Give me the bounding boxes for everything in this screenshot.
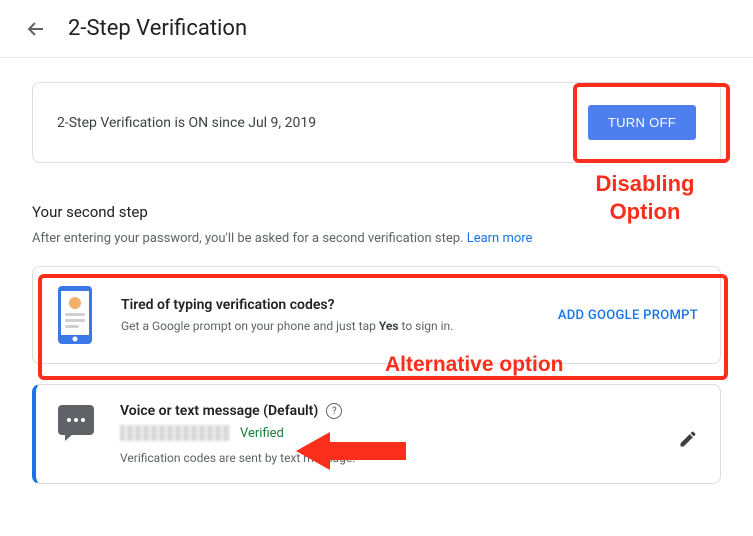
voice-card-desc: Verification codes are sent by text mess… [120, 451, 666, 465]
edit-icon[interactable] [678, 429, 698, 449]
second-step-subtext-text: After entering your password, you'll be … [32, 231, 467, 246]
second-step-heading: Your second step [32, 203, 721, 221]
page-header: 2-Step Verification [0, 0, 753, 58]
add-google-prompt-link[interactable]: ADD GOOGLE PROMPT [558, 308, 698, 323]
status-text: 2-Step Verification is ON since Jul 9, 2… [57, 115, 316, 131]
phone-number-redacted [120, 425, 230, 441]
second-step-subtext: After entering your password, you'll be … [32, 231, 721, 246]
help-icon[interactable]: ? [326, 403, 342, 419]
voice-text-card: Voice or text message (Default) ? Verifi… [32, 384, 721, 484]
status-card: 2-Step Verification is ON since Jul 9, 2… [32, 82, 721, 163]
learn-more-link[interactable]: Learn more [467, 231, 533, 246]
phone-icon [55, 285, 95, 345]
google-prompt-card: Tired of typing verification codes? Get … [32, 266, 721, 364]
voice-card-title: Voice or text message (Default) [120, 403, 318, 419]
verified-label: Verified [240, 426, 284, 441]
sms-icon [58, 405, 94, 435]
page-title: 2-Step Verification [68, 16, 247, 41]
prompt-title: Tired of typing verification codes? [121, 297, 546, 313]
turn-off-button[interactable]: TURN OFF [588, 105, 696, 140]
prompt-description: Get a Google prompt on your phone and ju… [121, 319, 546, 333]
back-arrow-icon[interactable] [24, 17, 48, 41]
